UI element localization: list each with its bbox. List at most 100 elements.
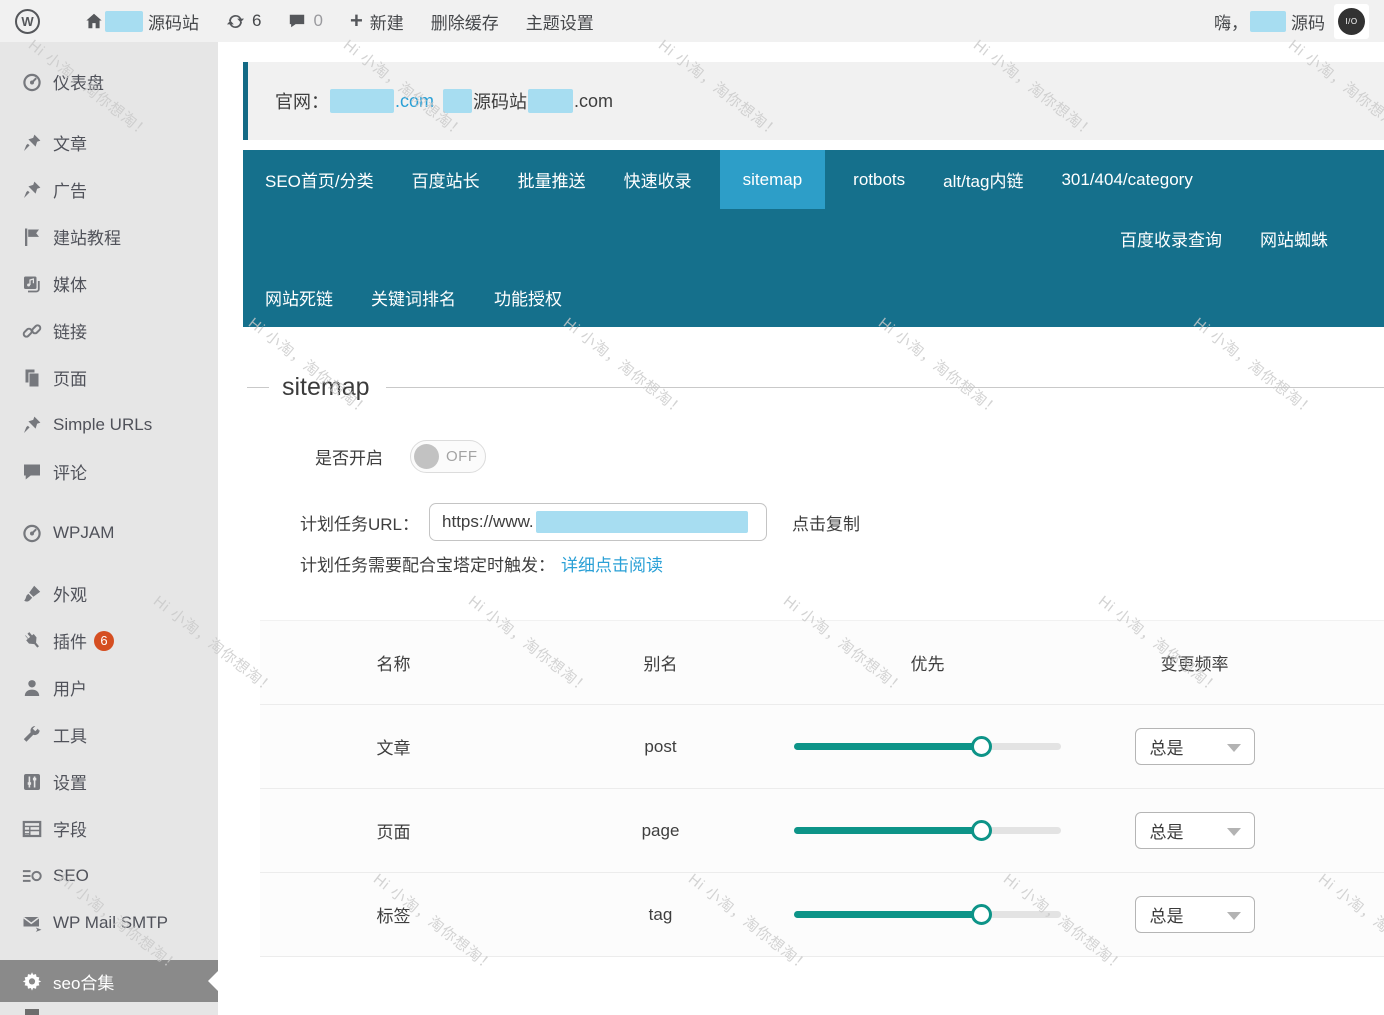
sidebar-item-seo-collection[interactable]: seo合集 <box>0 960 218 1002</box>
sidebar-item-pages[interactable]: 页面 <box>0 354 218 401</box>
brush-icon <box>21 583 42 604</box>
frequency-value: 总是 <box>1149 907 1184 926</box>
tab-keyword-ranking[interactable]: 关键词排名 <box>371 268 456 327</box>
gear-icon <box>21 971 42 992</box>
column-header: 别名 <box>643 655 678 674</box>
sidebar-item-tutorials[interactable]: 建站教程 <box>0 213 218 260</box>
url-label: 计划任务URL： <box>300 514 420 534</box>
sidebar-item-fields[interactable]: 字段 <box>0 805 218 852</box>
tab-alt-tag-internal-links[interactable]: alt/tag内链 <box>943 150 1023 209</box>
username: 源码 <box>1291 13 1325 33</box>
tab-label: alt/tag内链 <box>943 172 1024 191</box>
slider-thumb-icon[interactable] <box>970 820 992 841</box>
sidebar-item-appearance[interactable]: 外观 <box>0 570 218 617</box>
frequency-dropdown[interactable]: 总是 <box>1134 812 1255 849</box>
chevron-down-icon <box>1226 744 1241 752</box>
tab-seo-home-category[interactable]: SEO首页/分类 <box>265 150 374 209</box>
sidebar-item-media[interactable]: 媒体 <box>0 260 218 307</box>
table-header-row: 名称 别名 优先 变更频率 <box>260 621 1384 705</box>
table-row-tag: 标签 tag 总是 <box>260 873 1384 957</box>
priority-slider[interactable] <box>794 904 1061 925</box>
fields-icon <box>21 818 42 839</box>
site-home-link[interactable]: 源码站 <box>85 9 199 34</box>
sidebar-menu: 仪表盘 文章 广告 建站教程 媒体 链接 页面 Simple URLs 评论 W… <box>0 58 218 1002</box>
sidebar-item-plugins[interactable]: 插件 6 <box>0 617 218 664</box>
redacted-text <box>105 10 143 32</box>
table-row-page: 页面 page 总是 <box>260 789 1384 873</box>
tab-dead-links[interactable]: 网站死链 <box>265 268 333 327</box>
sidebar-item-links[interactable]: 链接 <box>0 307 218 354</box>
update-count-badge: 6 <box>94 630 114 651</box>
row-alias: tag <box>648 904 673 924</box>
clear-cache-button[interactable]: 删除缓存 <box>431 9 499 34</box>
comments-indicator[interactable]: 0 <box>288 11 323 31</box>
tab-batch-push[interactable]: 批量推送 <box>518 150 586 209</box>
avatar: I/O <box>1338 7 1365 35</box>
wordpress-logo-icon: W <box>15 8 40 34</box>
sidebar-item-label: 链接 <box>53 323 87 342</box>
official-site-link[interactable]: .com <box>395 91 434 112</box>
tab-label: 功能授权 <box>494 290 562 309</box>
priority-slider[interactable] <box>794 820 1061 841</box>
sidebar-item-posts[interactable]: 文章 <box>0 119 218 166</box>
frequency-value: 总是 <box>1149 823 1184 842</box>
redacted-text <box>535 511 748 533</box>
home-icon <box>85 12 103 30</box>
collapse-menu-icon[interactable] <box>25 1009 39 1015</box>
sidebar-item-settings[interactable]: 设置 <box>0 758 218 805</box>
slider-fill <box>794 743 981 750</box>
tab-label: SEO首页/分类 <box>265 172 374 191</box>
read-more-link[interactable]: 详细点击阅读 <box>561 551 663 576</box>
updates-indicator[interactable]: 6 <box>226 11 261 31</box>
sitemap-enable-toggle[interactable]: OFF <box>410 439 486 473</box>
redacted-text <box>443 89 473 113</box>
main-content: 官网： .com 源码站 .com SEO首页/分类 百度站长 批量推送 快速收录 si… <box>218 42 1384 1015</box>
tab-feature-authorization[interactable]: 功能授权 <box>494 268 562 327</box>
new-label: 新建 <box>369 13 404 33</box>
plus-icon: + <box>349 8 363 33</box>
sidebar-item-tools[interactable]: 工具 <box>0 711 218 758</box>
gauge-icon <box>21 71 42 92</box>
flag-icon <box>21 226 42 247</box>
sidebar-item-comments[interactable]: 评论 <box>0 448 218 495</box>
copy-url-button[interactable]: 点击复制 <box>792 510 860 535</box>
tab-label: 快速收录 <box>623 172 692 191</box>
tab-baidu-webmaster[interactable]: 百度站长 <box>412 150 480 209</box>
new-content-button[interactable]: + 新建 <box>350 9 404 34</box>
sidebar-item-wp-mail-smtp[interactable]: WP Mail SMTP <box>0 899 218 946</box>
enable-toggle-row: 是否开启 OFF <box>315 439 486 473</box>
row-alias: post <box>644 736 677 756</box>
nav-row-1: SEO首页/分类 百度站长 批量推送 快速收录 sitemap rotbots alt/ta… <box>243 150 1384 209</box>
cron-note-row: 计划任务需要配合宝塔定时触发： 详细点击阅读 <box>300 547 663 579</box>
sidebar-item-wpjam[interactable]: WPJAM <box>0 509 218 556</box>
tab-label: 网站死链 <box>265 290 333 309</box>
frequency-value: 总是 <box>1149 739 1184 758</box>
url-value: https://www. <box>442 512 534 531</box>
priority-slider[interactable] <box>794 736 1061 757</box>
sidebar-item-dashboard[interactable]: 仪表盘 <box>0 58 218 105</box>
frequency-dropdown[interactable]: 总是 <box>1134 896 1255 933</box>
account-menu[interactable]: 嗨， 源码 I/O <box>1214 3 1369 39</box>
sidebar-item-users[interactable]: 用户 <box>0 664 218 711</box>
tab-quick-include[interactable]: 快速收录 <box>624 150 692 209</box>
tab-301-404-category[interactable]: 301/404/category <box>1061 150 1192 209</box>
divider <box>247 386 269 388</box>
redacted-text <box>528 89 574 113</box>
sidebar-item-seo[interactable]: SEO <box>0 852 218 899</box>
tab-baidu-include-query[interactable]: 百度收录查询 <box>1120 209 1222 268</box>
sidebar-item-label: 用户 <box>53 680 87 699</box>
theme-settings-button[interactable]: 主题设置 <box>526 9 594 34</box>
sidebar-item-simple-urls[interactable]: Simple URLs <box>0 401 218 448</box>
tab-sitemap[interactable]: sitemap <box>719 150 826 209</box>
plugin-icon <box>21 630 42 651</box>
tab-site-spider[interactable]: 网站蜘蛛 <box>1260 209 1328 268</box>
slider-thumb-icon[interactable] <box>970 736 992 757</box>
theme-settings-label: 主题设置 <box>525 13 594 33</box>
wordpress-menu[interactable]: W <box>15 8 40 34</box>
tab-rotbots[interactable]: rotbots <box>853 150 905 209</box>
slider-thumb-icon[interactable] <box>970 904 992 925</box>
frequency-dropdown[interactable]: 总是 <box>1134 728 1255 765</box>
sidebar-item-ads[interactable]: 广告 <box>0 166 218 213</box>
redacted-text <box>1250 10 1286 32</box>
cron-url-input[interactable]: https://www. <box>429 503 768 541</box>
